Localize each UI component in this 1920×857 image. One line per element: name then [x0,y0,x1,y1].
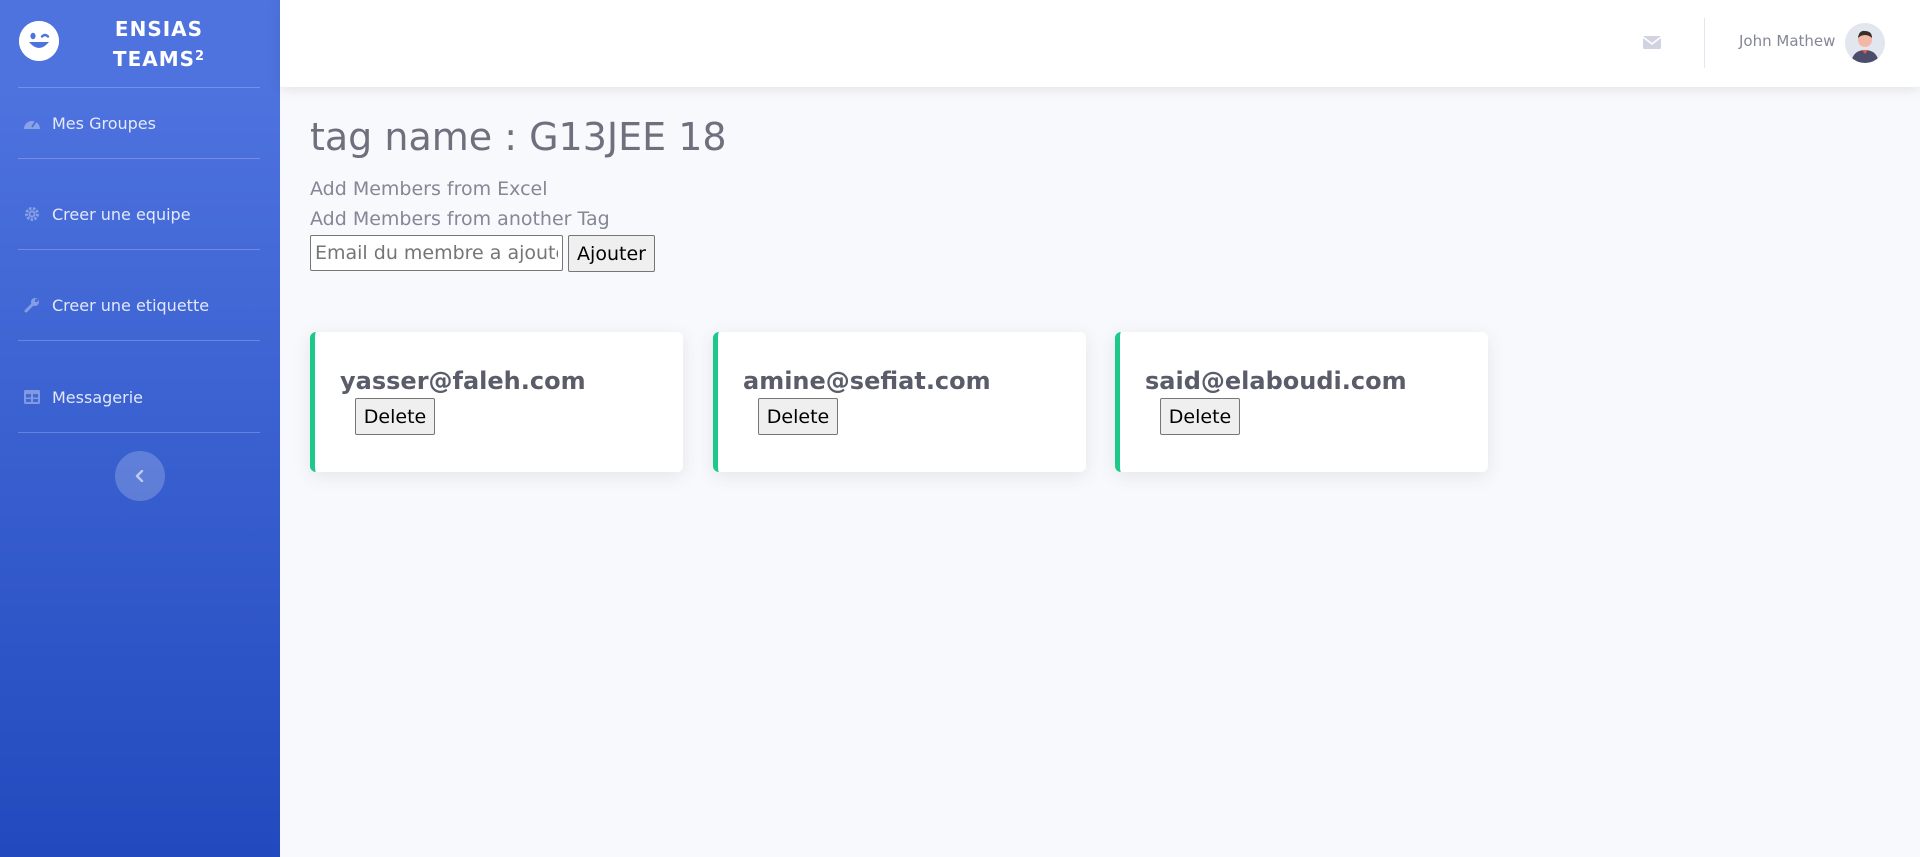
member-card: amine@sefiat.com Delete [713,332,1086,472]
brand-line1: ENSIAS [114,17,204,41]
sidebar-divider [18,158,260,159]
sidebar-item-label: Messagerie [52,387,143,407]
add-members-from-excel-link[interactable]: Add Members from Excel [310,178,548,200]
tachometer-icon [22,113,42,133]
user-name[interactable]: John Mathew [1739,32,1835,50]
sidebar-divider [18,432,260,433]
wrench-icon [22,295,42,315]
sidebar-item-messagerie[interactable]: Messagerie [0,377,280,417]
sidebar: ENSIAS TEAMS2 Mes Groupes Creer une equi… [0,0,280,857]
table-icon [22,387,42,407]
topbar: John Mathew [280,0,1920,87]
brand-line2: TEAMS [112,47,196,71]
sidebar-item-label: Mes Groupes [52,113,156,133]
add-members-from-tag-link[interactable]: Add Members from another Tag [310,208,610,230]
sidebar-item-creer-une-equipe[interactable]: Creer une equipe [0,194,280,234]
add-member-button[interactable]: Ajouter [568,235,655,272]
member-email: yasser@faleh.com [340,367,586,395]
avatar[interactable] [1845,23,1885,63]
topbar-divider [1704,18,1705,68]
delete-member-button[interactable]: Delete [1160,398,1240,435]
brand-sup: 2 [195,49,206,64]
sidebar-divider [18,340,260,341]
chevron-left-icon [135,467,145,486]
sidebar-item-creer-une-etiquette[interactable]: Creer une etiquette [0,285,280,325]
sidebar-item-label: Creer une etiquette [52,295,210,315]
member-email: amine@sefiat.com [743,367,991,395]
member-card: yasser@faleh.com Delete [310,332,683,472]
delete-member-button[interactable]: Delete [355,398,435,435]
member-email: said@elaboudi.com [1145,367,1407,395]
sidebar-toggle-button[interactable] [115,451,165,501]
member-card: said@elaboudi.com Delete [1115,332,1488,472]
laugh-wink-icon[interactable] [19,21,59,61]
sidebar-item-mes-groupes[interactable]: Mes Groupes [0,103,280,143]
page-title: tag name : G13JEE 18 [310,115,727,159]
gear-icon [22,204,42,224]
brand-name[interactable]: ENSIAS TEAMS2 [96,14,222,74]
sidebar-divider [18,87,260,88]
delete-member-button[interactable]: Delete [758,398,838,435]
member-email-input[interactable] [310,235,563,271]
envelope-icon[interactable] [1641,33,1663,51]
sidebar-item-label: Creer une equipe [52,204,191,224]
sidebar-divider [18,249,260,250]
